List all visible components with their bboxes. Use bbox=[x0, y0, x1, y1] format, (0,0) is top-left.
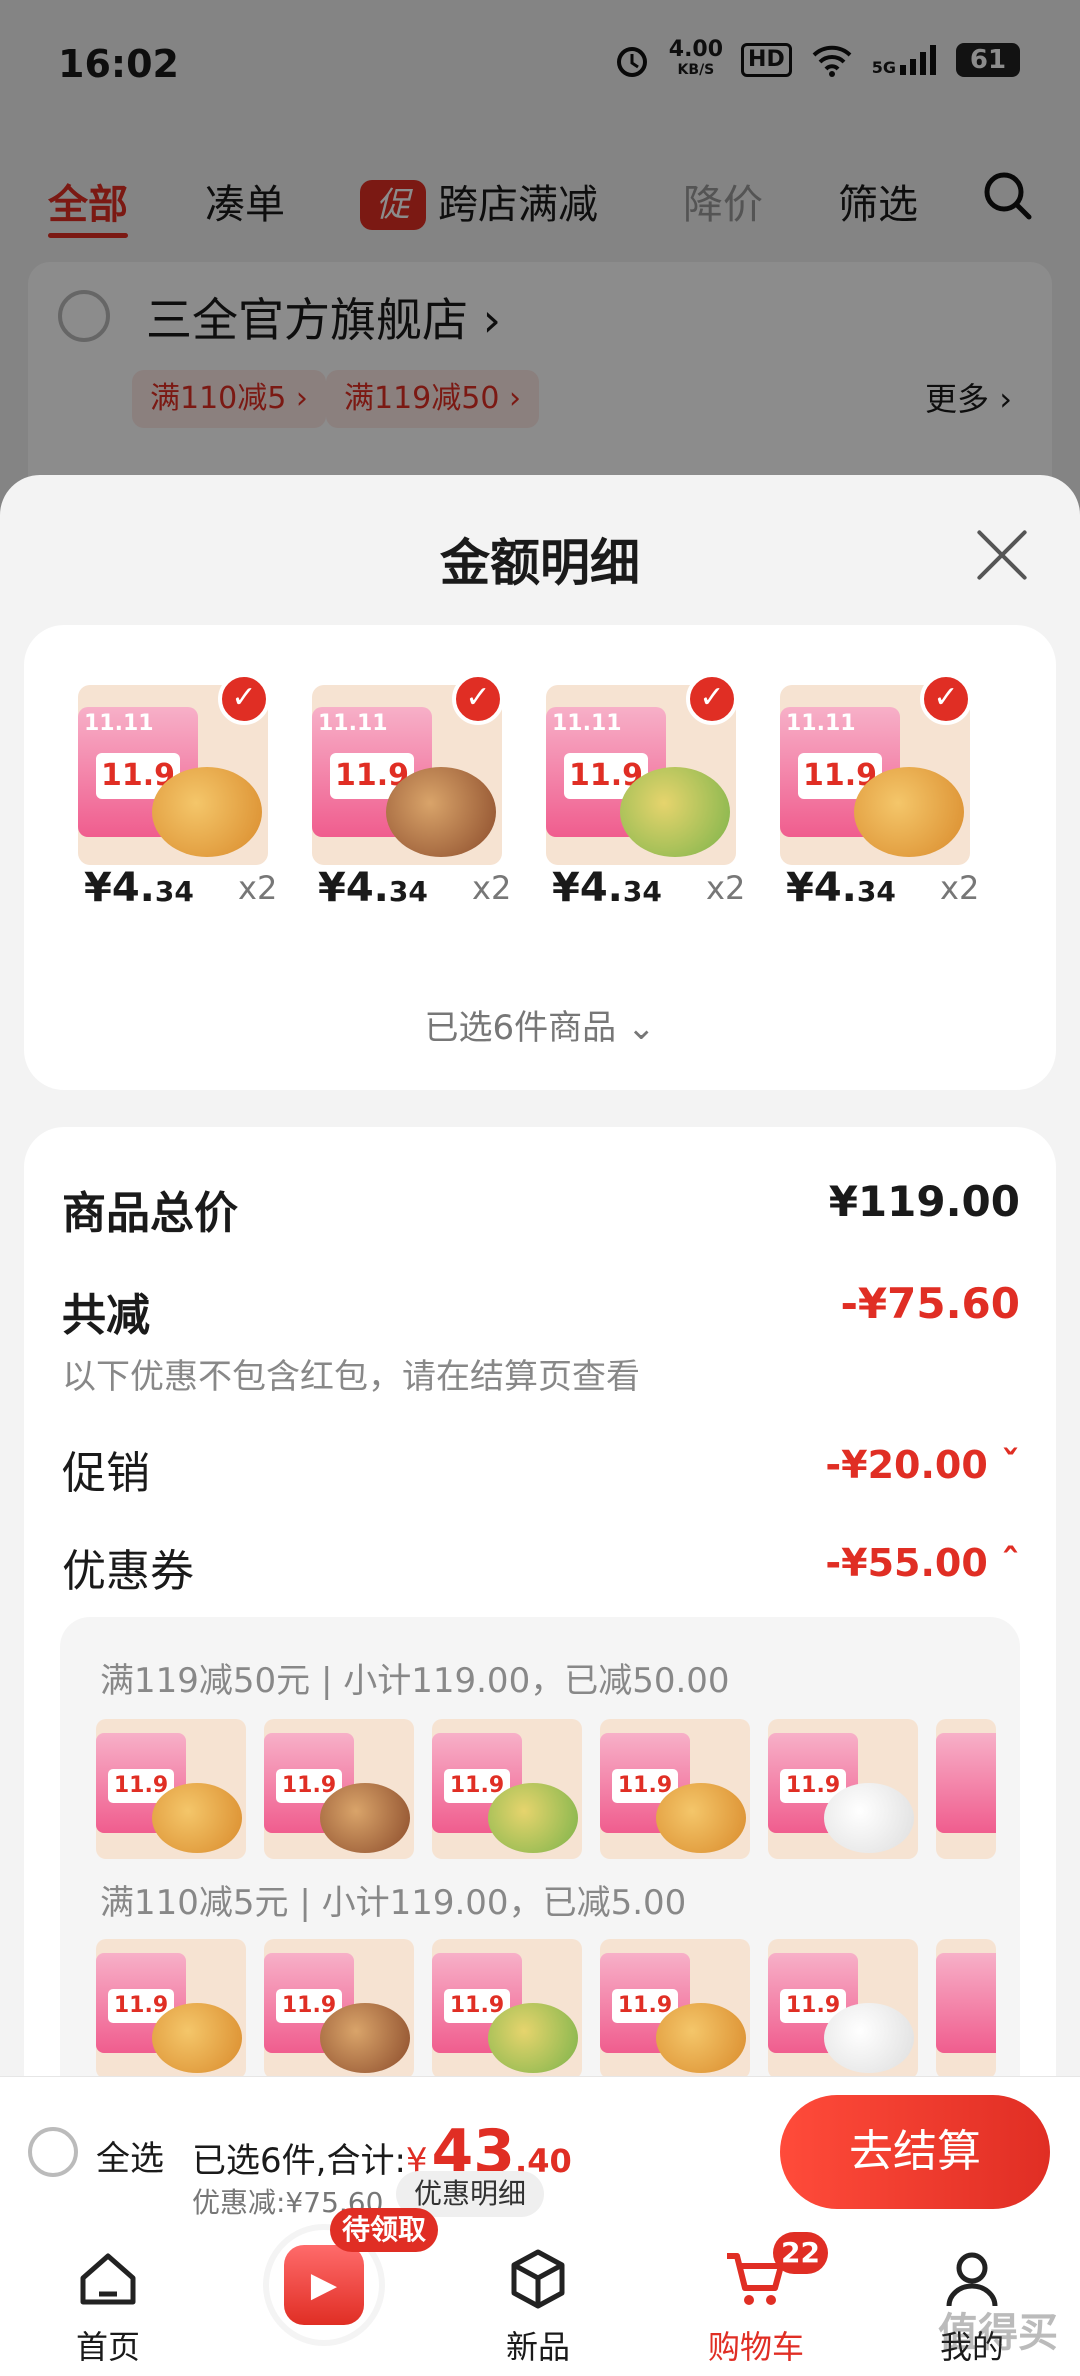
price-dec: 34 bbox=[154, 875, 194, 908]
food-image bbox=[824, 2003, 914, 2073]
product-qty: x2 bbox=[238, 869, 278, 907]
product-qty: x2 bbox=[706, 869, 746, 907]
coupon-product-thumb[interactable]: 11.9 bbox=[264, 1719, 414, 1859]
total-value: ¥119.00 bbox=[828, 1177, 1020, 1226]
coupon-product-thumb[interactable]: 11.9 bbox=[432, 1719, 582, 1859]
close-icon[interactable] bbox=[974, 527, 1030, 583]
coupon-value: -¥55.00 ˆ bbox=[825, 1541, 1020, 1585]
promo-label: 促销 bbox=[62, 1448, 150, 1499]
checkmark-icon[interactable]: ✓ bbox=[452, 673, 504, 725]
tab-home[interactable]: 首页 bbox=[38, 2246, 178, 2368]
coupon-product-thumb[interactable]: 11.9 bbox=[768, 1939, 918, 2079]
coupon-group-title: 满119减50元 | 小计119.00，已减50.00 bbox=[100, 1661, 730, 1701]
coupon-product-thumb[interactable]: 11.9 bbox=[96, 1719, 246, 1859]
coupon-product-strip: 11.9 11.9 11.9 11.9 11.9 bbox=[96, 1719, 996, 1859]
cart-count-badge: 22 bbox=[773, 2232, 828, 2274]
product-qty: x2 bbox=[472, 869, 512, 907]
bottom-tab-bar: 首页 ▶ 待领取 新品 购物车 22 我的 bbox=[0, 2208, 1080, 2376]
tab-cart-label: 购物车 bbox=[707, 2328, 804, 2366]
price-dec: 34 bbox=[388, 875, 428, 908]
food-image bbox=[620, 767, 730, 857]
coupon-product-thumb[interactable]: 11.9 bbox=[96, 1939, 246, 2079]
price-int: ¥4. bbox=[318, 865, 389, 911]
food-image bbox=[488, 2003, 578, 2073]
reduce-value: -¥75.60 bbox=[840, 1279, 1020, 1328]
selected-products-card: 11.11 11.9 ✓ 11.11 11.9 ✓ 11.11 11.9 ✓ 11.1… bbox=[24, 625, 1056, 1090]
watermark: 值得买 bbox=[938, 2310, 1058, 2356]
tab-new[interactable]: 新品 bbox=[468, 2246, 608, 2368]
coupon-product-thumb[interactable] bbox=[936, 1719, 996, 1859]
home-icon bbox=[80, 2253, 136, 2305]
product-qty: x2 bbox=[940, 869, 980, 907]
selected-count: 已选6件,合计: bbox=[192, 2141, 406, 2181]
reward-badge: 待领取 bbox=[330, 2208, 439, 2252]
product-price: ¥4.34 bbox=[786, 865, 896, 911]
product-item[interactable]: 11.11 11.9 ✓ bbox=[312, 673, 512, 865]
sheet-title: 金额明细 bbox=[440, 534, 640, 592]
sale-badge: 11.11 bbox=[552, 711, 622, 736]
product-price: ¥4.34 bbox=[318, 865, 428, 911]
selected-count-toggle[interactable]: 已选6件商品 ⌄ bbox=[24, 1000, 1056, 1049]
coupon-product-thumb[interactable]: 11.9 bbox=[432, 1939, 582, 2079]
product-item[interactable]: 11.11 11.9 ✓ bbox=[780, 673, 980, 865]
coupon-product-thumb[interactable]: 11.9 bbox=[264, 1939, 414, 2079]
food-image bbox=[656, 1783, 746, 1853]
reduce-label: 共减 bbox=[62, 1290, 150, 1341]
checkmark-icon[interactable]: ✓ bbox=[920, 673, 972, 725]
promo-value: -¥20.00 ˇ bbox=[825, 1443, 1020, 1487]
food-image bbox=[320, 1783, 410, 1853]
coupon-product-thumb[interactable]: 11.9 bbox=[768, 1719, 918, 1859]
tab-home-label: 首页 bbox=[75, 2328, 140, 2366]
tab-new-label: 新品 bbox=[505, 2328, 570, 2366]
coupon-label: 优惠券 bbox=[62, 1546, 194, 1597]
food-image bbox=[152, 2003, 242, 2073]
tab-cart[interactable]: 购物车 22 bbox=[686, 2232, 828, 2368]
select-all-label[interactable]: 全选 bbox=[96, 2131, 164, 2180]
checkmark-icon[interactable]: ✓ bbox=[218, 673, 270, 725]
checkout-button[interactable]: 去结算 bbox=[780, 2095, 1050, 2209]
food-image bbox=[488, 1783, 578, 1853]
food-image bbox=[854, 767, 964, 857]
reduce-note: 以下优惠不包含红包，请在结算页查看 bbox=[62, 1357, 640, 1397]
coupon-product-thumb[interactable]: 11.9 bbox=[600, 1719, 750, 1859]
product-item[interactable]: 11.11 11.9 ✓ bbox=[78, 673, 278, 865]
checkout-bar: 全选 已选6件,合计: ¥ 43 .40 优惠减:¥75.60 优惠明细 去结算 bbox=[0, 2076, 1080, 2226]
product-price: ¥4.34 bbox=[84, 865, 194, 911]
coupon-group-title: 满110减5元 | 小计119.00，已减5.00 bbox=[100, 1883, 687, 1923]
food-image bbox=[152, 767, 262, 857]
sale-badge: 11.11 bbox=[786, 711, 856, 736]
coupon-product-strip: 11.9 11.9 11.9 11.9 11.9 bbox=[96, 1939, 996, 2079]
screen: 16:02 4.00 KB/S HD 5G 61 全部 凑单 促 跨店满减 降价 … bbox=[0, 0, 1080, 2376]
food-image bbox=[824, 1783, 914, 1853]
food-image bbox=[320, 2003, 410, 2073]
select-all-radio[interactable] bbox=[28, 2127, 78, 2177]
sale-badge: 11.11 bbox=[84, 711, 154, 736]
price-int: ¥4. bbox=[552, 865, 623, 911]
sale-badge: 11.11 bbox=[318, 711, 388, 736]
price-int: ¥4. bbox=[84, 865, 155, 911]
coupon-product-thumb[interactable] bbox=[936, 1939, 996, 2079]
coupon-product-thumb[interactable]: 11.9 bbox=[600, 1939, 750, 2079]
food-image bbox=[152, 1783, 242, 1853]
food-image bbox=[386, 767, 496, 857]
product-item[interactable]: 11.11 11.9 ✓ bbox=[546, 673, 746, 865]
food-image bbox=[656, 2003, 746, 2073]
price-int: ¥4. bbox=[786, 865, 857, 911]
product-price: ¥4.34 bbox=[552, 865, 662, 911]
price-dec: 34 bbox=[856, 875, 896, 908]
checkmark-icon[interactable]: ✓ bbox=[686, 673, 738, 725]
cube-icon bbox=[511, 2249, 565, 2309]
total-label: 商品总价 bbox=[62, 1188, 238, 1239]
price-dec: 34 bbox=[622, 875, 662, 908]
